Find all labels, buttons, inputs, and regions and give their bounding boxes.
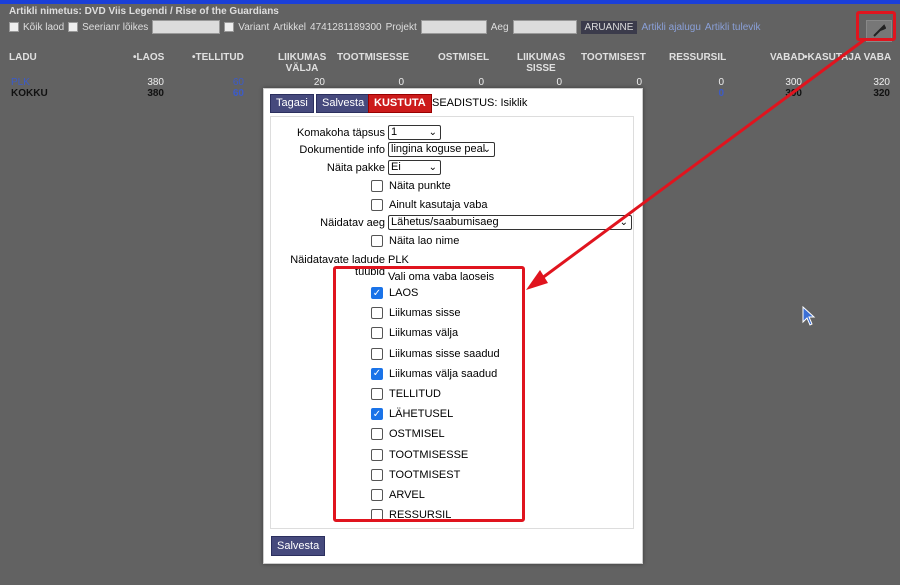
annotation-arrow <box>526 38 865 290</box>
mouse-cursor-icon <box>802 306 816 326</box>
arrow-line <box>533 38 865 286</box>
arrow-head-icon <box>526 270 548 290</box>
